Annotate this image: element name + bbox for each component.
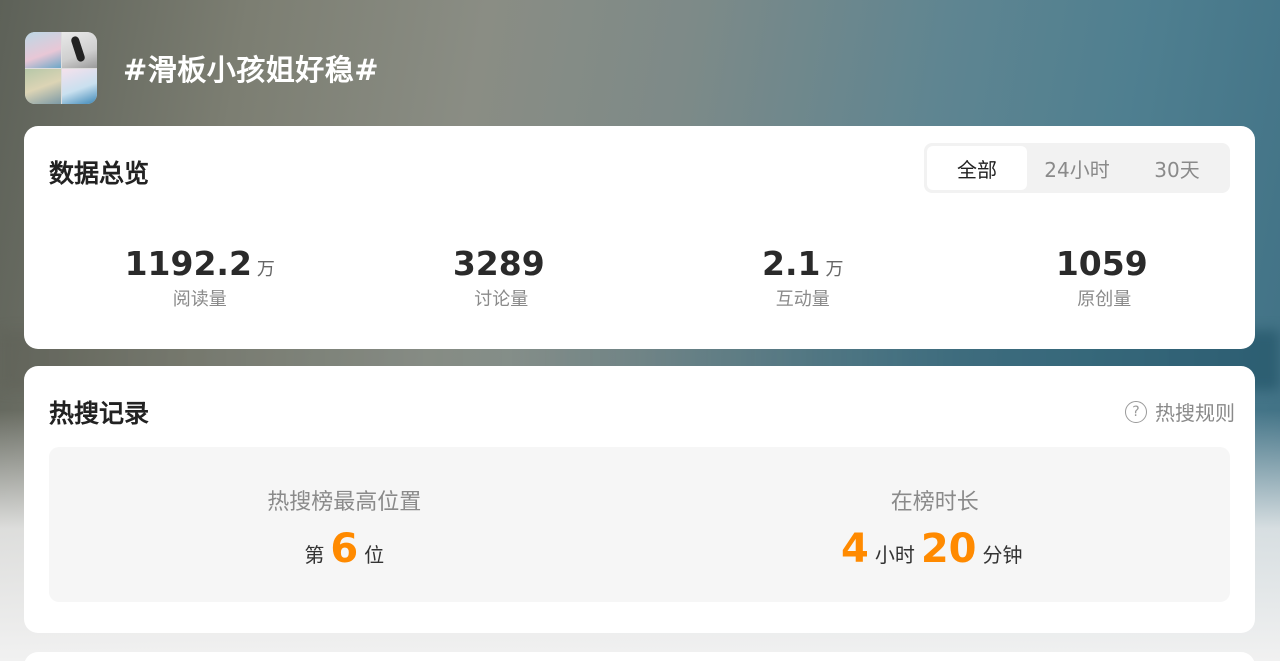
best-position-label: 热搜榜最高位置 [267,490,422,515]
stat-label: 原创量 [1077,289,1132,310]
stat-unit: 万 [256,259,275,280]
stat-originals: 1059 原创量 [954,244,1256,311]
tab-30d[interactable]: 30天 [1127,146,1227,190]
stat-label: 互动量 [775,289,830,310]
stat-value: 2.1 [762,244,821,283]
question-circle-icon: ? [1125,400,1147,423]
topic-thumbnail[interactable] [25,32,97,104]
next-card [24,652,1255,661]
stat-value: 3289 [452,244,545,283]
minutes-unit: 分钟 [982,543,1023,567]
overview-title: 数据总览 [49,159,150,188]
position-suffix: 位 [364,543,385,567]
hot-search-title: 热搜记录 [49,399,150,428]
hot-search-panel: 热搜榜最高位置 第 6 位 在榜时长 4 小时 20 分钟 [49,447,1230,602]
range-tabs: 全部 24小时 30天 [924,143,1230,193]
on-list-duration: 在榜时长 4 小时 20 分钟 [640,447,1231,602]
stat-value: 1059 [1055,244,1148,283]
stat-label: 讨论量 [474,289,529,310]
tab-all[interactable]: 全部 [927,146,1027,190]
duration-minutes: 20 [920,526,977,572]
hot-search-rules-link[interactable]: ? 热搜规则 [1125,397,1235,426]
duration-label: 在榜时长 [890,490,979,515]
stat-reads: 1192.2 万 阅读量 [49,244,351,311]
stat-interactions: 2.1 万 互动量 [652,244,954,311]
topic-header: #滑板小孩姐好稳# [25,32,379,104]
tab-24h[interactable]: 24小时 [1027,146,1127,190]
stat-label: 阅读量 [172,289,227,310]
stat-discussions: 3289 讨论量 [351,244,653,311]
stats-row: 1192.2 万 阅读量 3289 讨论量 2.1 万 互动量 1059 原创量 [49,244,1255,311]
hours-unit: 小时 [874,543,915,567]
overview-card: 数据总览 全部 24小时 30天 1192.2 万 阅读量 3289 讨论量 2… [24,126,1255,349]
topic-title: #滑板小孩姐好稳# [123,53,380,87]
stat-unit: 万 [825,259,844,280]
best-position: 热搜榜最高位置 第 6 位 [49,447,640,602]
position-prefix: 第 [304,543,325,567]
position-value: 6 [330,526,359,572]
topic-page: #滑板小孩姐好稳# 数据总览 全部 24小时 30天 1192.2 万 阅读量 … [0,0,1280,661]
rules-label: 热搜规则 [1155,401,1235,425]
duration-hours: 4 [840,526,869,572]
stat-value: 1192.2 [124,244,252,283]
hot-search-card: 热搜记录 ? 热搜规则 热搜榜最高位置 第 6 位 在榜时长 4 小时 20 分… [24,366,1255,633]
